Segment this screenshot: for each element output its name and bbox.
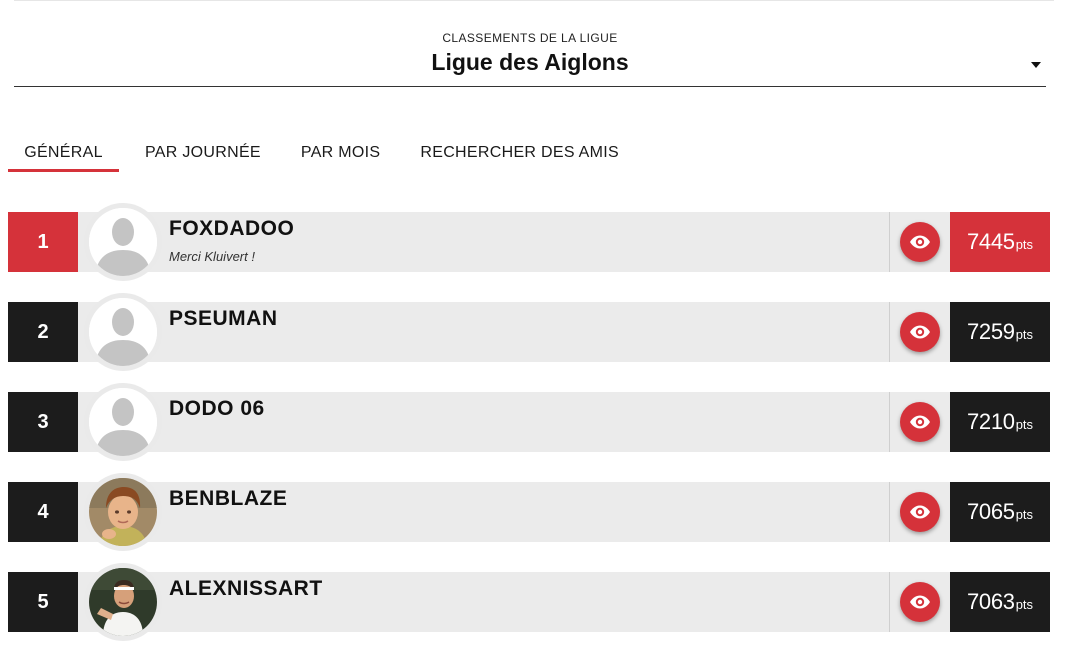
eye-icon: [910, 595, 930, 609]
avatar[interactable]: [89, 478, 157, 546]
avatar[interactable]: [89, 568, 157, 636]
score-value: 7445: [966, 229, 1015, 254]
tab-general[interactable]: GÉNÉRAL: [8, 136, 119, 173]
score-box: 7210 pts: [950, 392, 1050, 452]
ranking-list: 1 FOXDADOO Merci Kluivert ! 7445 pts 2 P…: [8, 203, 1050, 650]
person-silhouette-icon: [89, 298, 157, 366]
score-unit: pts: [1015, 417, 1034, 432]
score-value: 7065: [966, 499, 1015, 524]
player-name[interactable]: BENBLAZE: [169, 487, 287, 511]
view-button[interactable]: [900, 582, 940, 622]
caret-down-icon[interactable]: [1031, 62, 1041, 68]
ranking-tabs: GÉNÉRAL PAR JOURNÉE PAR MOIS RECHERCHER …: [8, 136, 619, 173]
player-name[interactable]: PSEUMAN: [169, 307, 278, 331]
view-button[interactable]: [900, 492, 940, 532]
eye-icon: [910, 325, 930, 339]
score-value: 7063: [966, 589, 1015, 614]
score-box: 7259 pts: [950, 302, 1050, 362]
score-unit: pts: [1015, 507, 1034, 522]
score-box: 7065 pts: [950, 482, 1050, 542]
score-box: 7445 pts: [950, 212, 1050, 272]
rank-number: 1: [8, 212, 78, 272]
ranking-row[interactable]: 3 DODO 06 7210 pts: [8, 383, 1050, 461]
player-name[interactable]: ALEXNISSART: [169, 577, 323, 601]
score-value: 7259: [966, 319, 1015, 344]
score-value: 7210: [966, 409, 1015, 434]
score-unit: pts: [1015, 597, 1034, 612]
ranking-row[interactable]: 1 FOXDADOO Merci Kluivert ! 7445 pts: [8, 203, 1050, 281]
person-silhouette-icon: [89, 208, 157, 276]
eye-icon: [910, 235, 930, 249]
rank-number: 4: [8, 482, 78, 542]
avatar-photo: [89, 568, 157, 636]
ranking-row[interactable]: 5 ALEXNISSART 7063 pts: [8, 563, 1050, 641]
tab-par-journee[interactable]: PAR JOURNÉE: [145, 136, 261, 173]
league-selector[interactable]: CLASSEMENTS DE LA LIGUE Ligue des Aiglon…: [14, 30, 1046, 87]
row-divider: [889, 392, 890, 452]
tab-rechercher-amis[interactable]: RECHERCHER DES AMIS: [420, 136, 619, 173]
league-kicker: CLASSEMENTS DE LA LIGUE: [442, 31, 618, 45]
score-unit: pts: [1015, 237, 1034, 252]
person-silhouette-icon: [89, 388, 157, 456]
ranking-row[interactable]: 4 BENBLAZE 7065 pts: [8, 473, 1050, 551]
row-divider: [889, 482, 890, 542]
rank-number: 3: [8, 392, 78, 452]
view-button[interactable]: [900, 312, 940, 352]
rank-number: 5: [8, 572, 78, 632]
eye-icon: [910, 505, 930, 519]
row-divider: [889, 212, 890, 272]
rank-number: 2: [8, 302, 78, 362]
avatar[interactable]: [89, 388, 157, 456]
league-name[interactable]: Ligue des Aiglons: [14, 49, 1046, 76]
top-divider: [14, 0, 1054, 1]
player-name[interactable]: FOXDADOO: [169, 217, 294, 241]
tab-par-mois[interactable]: PAR MOIS: [301, 136, 380, 173]
score-box: 7063 pts: [950, 572, 1050, 632]
avatar[interactable]: [89, 298, 157, 366]
eye-icon: [910, 415, 930, 429]
avatar[interactable]: [89, 208, 157, 276]
row-divider: [889, 572, 890, 632]
score-unit: pts: [1015, 327, 1034, 342]
row-divider: [889, 302, 890, 362]
player-name[interactable]: DODO 06: [169, 397, 265, 421]
avatar-photo: [89, 478, 157, 546]
ranking-row[interactable]: 2 PSEUMAN 7259 pts: [8, 293, 1050, 371]
player-motto: Merci Kluivert !: [169, 249, 255, 264]
view-button[interactable]: [900, 222, 940, 262]
view-button[interactable]: [900, 402, 940, 442]
